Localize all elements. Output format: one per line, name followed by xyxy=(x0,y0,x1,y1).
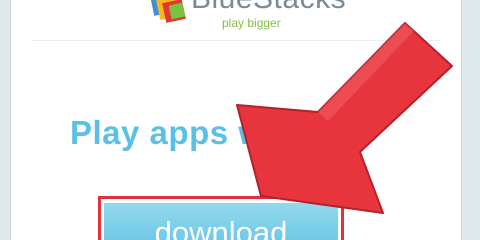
download-button-label: download xyxy=(154,215,288,240)
header-divider xyxy=(31,40,441,41)
site-header: BlueStacks play bigger xyxy=(11,0,461,40)
bluestacks-logo-icon xyxy=(150,0,186,23)
hero-headline: Play apps whe xyxy=(70,114,304,151)
screenshot-stage: BlueStacks play bigger Play apps whe dow… xyxy=(0,0,480,240)
brand-tagline: play bigger xyxy=(222,16,281,30)
download-button[interactable]: download xyxy=(104,203,338,240)
brand-name: BlueStacks xyxy=(191,0,346,16)
